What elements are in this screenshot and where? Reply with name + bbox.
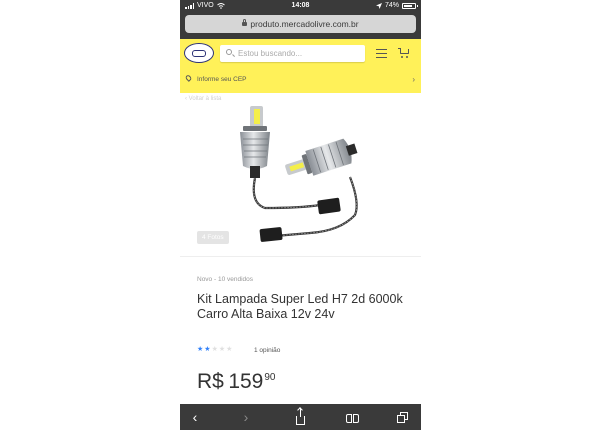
tabs-icon	[396, 412, 408, 423]
product-gallery[interactable]: ‹ Voltar à lista 4 Fotos	[180, 93, 421, 256]
browser-toolbar: ‹ ›	[180, 404, 421, 430]
price-cents: 90	[264, 372, 276, 383]
back-to-list-link[interactable]: ‹ Voltar à lista	[185, 96, 221, 102]
site-header: Estou buscando... Informe seu CEP ›	[180, 39, 421, 93]
product-condition: Novo - 10 vendidos	[197, 276, 254, 283]
system-indicators: 74%	[375, 0, 418, 11]
status-bar: VIVO 14:08 74%	[180, 0, 421, 11]
chevron-right-icon: ›	[412, 75, 415, 84]
cep-label: Informe seu CEP	[197, 76, 247, 83]
address-bar[interactable]: produto.mercadolivre.com.br	[185, 15, 416, 33]
phone-screen: VIVO 14:08 74% produto.mercadolivre.com.…	[180, 0, 421, 430]
reviews-count[interactable]: 1 opinião	[254, 347, 280, 354]
browser-address-area: produto.mercadolivre.com.br	[180, 11, 421, 39]
share-button[interactable]	[285, 404, 315, 430]
url-text: produto.mercadolivre.com.br	[250, 19, 359, 29]
lock-icon	[242, 18, 248, 26]
star-empty-icon: ★	[218, 346, 226, 353]
search-placeholder: Estou buscando...	[238, 49, 303, 58]
rating-stars[interactable]: ★ ★ ★ ★ ★	[197, 346, 232, 354]
battery-percent: 74%	[384, 2, 399, 9]
photo-count-badge: 4 Fotos	[197, 231, 229, 244]
search-input[interactable]: Estou buscando...	[220, 45, 365, 62]
divider	[180, 256, 421, 257]
product-price: R$ 15990	[197, 370, 275, 394]
price-currency: R$	[197, 370, 224, 393]
location-pin-icon	[184, 74, 193, 82]
menu-icon[interactable]	[376, 49, 387, 58]
share-icon	[295, 408, 305, 425]
location-arrow-icon	[375, 2, 382, 9]
star-empty-icon: ★	[226, 346, 233, 353]
forward-button[interactable]: ›	[231, 404, 261, 430]
bookmarks-icon	[345, 414, 359, 423]
back-button[interactable]: ‹	[180, 404, 210, 430]
battery-icon	[402, 2, 418, 9]
star-filled-icon: ★	[197, 346, 204, 353]
tabs-button[interactable]	[387, 404, 417, 430]
search-icon	[226, 49, 232, 55]
cart-icon[interactable]	[398, 48, 410, 59]
bookmarks-button[interactable]	[337, 404, 367, 430]
star-empty-icon: ★	[211, 346, 218, 353]
mercadolivre-logo[interactable]	[184, 43, 214, 63]
cep-bar[interactable]: Informe seu CEP ›	[180, 72, 421, 87]
product-title: Kit Lampada Super Led H7 2d 6000k Carro …	[197, 292, 403, 321]
price-integer: 159	[228, 370, 264, 393]
star-filled-icon: ★	[204, 346, 211, 353]
